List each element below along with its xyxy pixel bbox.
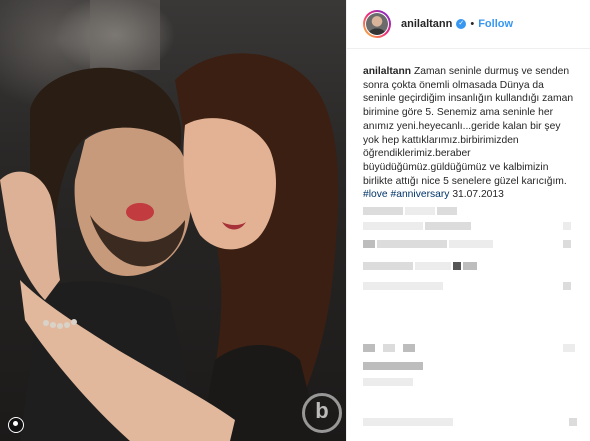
post-header: anilaltann ✓ • Follow [347, 0, 590, 49]
header-username[interactable]: anilaltann [401, 18, 452, 30]
caption-username[interactable]: anilaltann [363, 66, 411, 77]
hashtag-anniversary[interactable]: #anniversary [391, 189, 450, 200]
header-separator: • [470, 18, 475, 30]
avatar-image [366, 13, 388, 35]
watermark-logo: b [302, 393, 342, 433]
post-photo[interactable]: b [0, 0, 346, 441]
verified-badge-icon: ✓ [456, 19, 467, 29]
follow-button[interactable]: Follow [478, 18, 513, 30]
hashtag-love[interactable]: #love [363, 189, 388, 200]
post-details-panel: anilaltann ✓ • Follow anilaltann Zaman s… [346, 0, 590, 441]
post-caption: anilaltann Zaman seninle durmuş ve sende… [347, 49, 590, 202]
user-tag-icon[interactable] [8, 417, 24, 433]
caption-text: Zaman seninle durmuş ve senden sonra çok… [363, 66, 574, 187]
photo-illustration [0, 0, 339, 441]
caption-date: 31.07.2013 [452, 189, 504, 201]
avatar[interactable] [363, 10, 391, 38]
